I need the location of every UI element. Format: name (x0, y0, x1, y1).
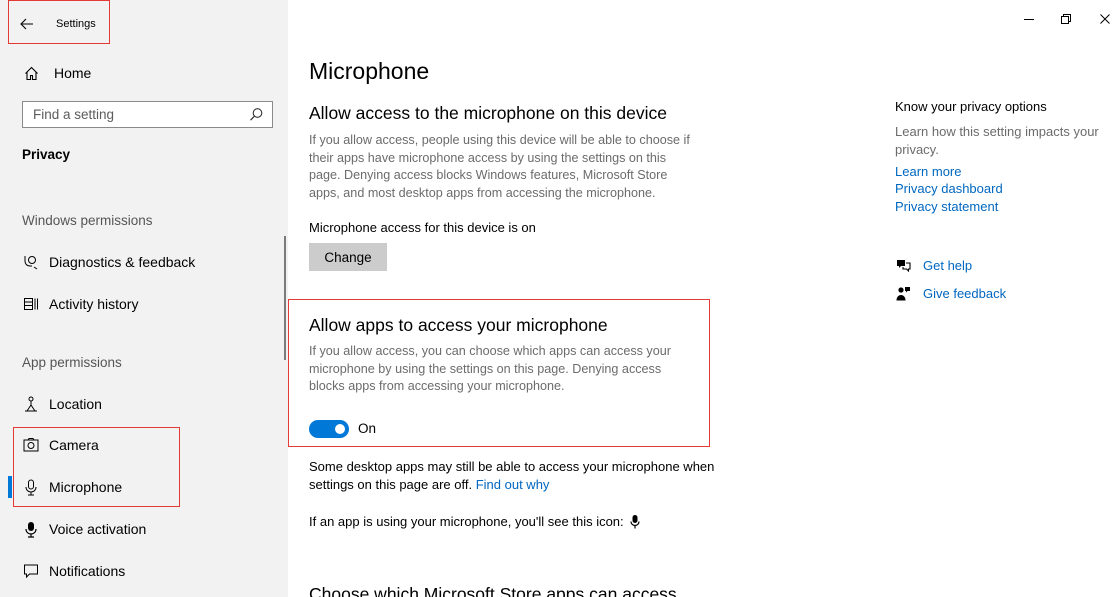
app-access-description: If you allow access, you can choose whic… (309, 344, 671, 393)
group-label-app-permissions: App permissions (22, 355, 122, 370)
give-feedback-link[interactable]: Give feedback (895, 283, 1006, 303)
sidebar-item-voice-activation[interactable]: Voice activation (0, 511, 288, 547)
store-apps-heading: Choose which Microsoft Store apps can ac… (309, 584, 677, 597)
page-title: Microphone (309, 58, 430, 84)
microphone-icon (22, 478, 40, 496)
sidebar-item-label: Location (49, 396, 102, 412)
get-help-icon (895, 259, 911, 272)
device-access-status: Microphone access for this device is on (309, 220, 536, 235)
privacy-dashboard-link[interactable]: Privacy dashboard (895, 181, 1003, 196)
sidebar-item-label: Diagnostics & feedback (49, 254, 196, 270)
sidebar-item-home[interactable]: Home (22, 60, 91, 86)
sidebar-item-camera[interactable]: Camera (0, 427, 288, 463)
back-arrow-icon (20, 18, 33, 30)
search-input[interactable] (33, 107, 238, 122)
sidebar-item-activity-history[interactable]: Activity history (0, 286, 288, 322)
app-access-heading: Allow apps to access your microphone (309, 315, 608, 335)
give-feedback-icon (895, 286, 911, 301)
desktop-apps-note: Some desktop apps may still be able to a… (309, 458, 729, 494)
change-button[interactable]: Change (309, 243, 387, 271)
app-access-toggle[interactable] (309, 420, 349, 438)
toggle-knob (335, 424, 345, 434)
sidebar-item-location[interactable]: Location (0, 386, 288, 422)
group-label-windows-permissions: Windows permissions (22, 213, 153, 228)
privacy-options-description: Learn how this setting impacts your priv… (895, 124, 1099, 157)
search-box[interactable] (22, 101, 273, 128)
learn-more-link[interactable]: Learn more (895, 164, 961, 179)
title-bar: Settings (8, 4, 96, 44)
sidebar-scrollbar[interactable] (284, 236, 286, 360)
right-panel: Know your privacy options Learn how this… (895, 0, 1116, 597)
microphone-in-use-icon (630, 515, 640, 529)
main-content: Microphone Allow access to the microphon… (309, 0, 869, 597)
location-icon (22, 395, 40, 413)
privacy-statement-link[interactable]: Privacy statement (895, 199, 998, 214)
window-title: Settings (56, 18, 96, 30)
sidebar-item-label: Microphone (49, 479, 123, 495)
section-title-privacy: Privacy (22, 147, 71, 162)
privacy-options-title: Know your privacy options (895, 99, 1047, 114)
get-help-label: Get help (923, 257, 973, 273)
give-feedback-label: Give feedback (923, 285, 1007, 301)
search-icon[interactable] (249, 107, 264, 127)
toggle-state-label: On (358, 421, 377, 436)
find-out-why-link[interactable]: Find out why (476, 477, 550, 492)
icon-note: If an app is using your microphone, you'… (309, 513, 729, 531)
diagnostics-icon (22, 253, 40, 271)
sidebar-item-label: Activity history (49, 296, 139, 312)
notifications-icon (22, 562, 40, 580)
device-access-description: If you allow access, people using this d… (309, 133, 690, 200)
sidebar-item-diagnostics[interactable]: Diagnostics & feedback (0, 244, 288, 280)
get-help-link[interactable]: Get help (895, 255, 972, 275)
voice-activation-icon (22, 520, 40, 538)
sidebar: Settings Home Privacy Windows permission… (0, 0, 288, 597)
sidebar-item-label: Camera (49, 437, 99, 453)
icon-note-text: If an app is using your microphone, you'… (309, 514, 624, 529)
activity-history-icon (22, 295, 40, 313)
sidebar-item-notifications[interactable]: Notifications (0, 553, 288, 589)
sidebar-item-microphone[interactable]: Microphone (0, 469, 288, 505)
home-label: Home (54, 65, 92, 81)
sidebar-item-label: Voice activation (49, 521, 147, 537)
sidebar-item-label: Notifications (49, 563, 126, 579)
device-access-heading: Allow access to the microphone on this d… (309, 103, 667, 123)
home-icon (22, 66, 40, 81)
camera-icon (22, 436, 40, 454)
back-button[interactable] (12, 9, 42, 39)
